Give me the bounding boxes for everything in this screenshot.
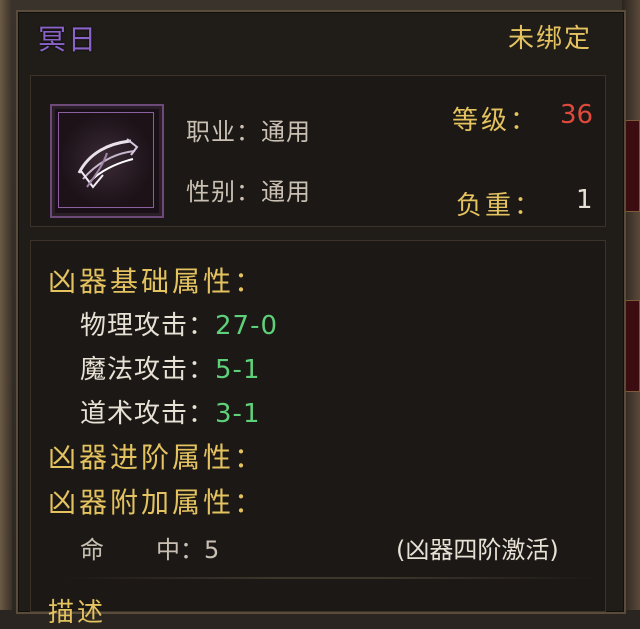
- left-edge-frame: [0, 0, 12, 610]
- stat-magic-attack: 魔法攻击：5-1: [80, 349, 260, 386]
- level-label: 等级：: [452, 106, 540, 136]
- advanced-attributes-title: 凶器进阶属性：: [48, 441, 266, 474]
- stat-value: 5-1: [215, 355, 261, 385]
- extra-attributes-title: 凶器附加属性：: [48, 486, 266, 519]
- basic-attributes-title: 凶器基础属性：: [48, 265, 266, 298]
- level-value: 36: [560, 100, 594, 130]
- stat-label: 道术攻击：: [80, 399, 216, 429]
- item-icon-frame: [58, 112, 154, 208]
- bind-status: 未绑定: [507, 24, 592, 54]
- stat-physical-attack: 物理攻击：27-0: [80, 305, 278, 342]
- stat-label: 物理攻击：: [80, 311, 216, 341]
- stat-accuracy-label-b: 中：5: [156, 536, 220, 564]
- class-requirement: 职业：通用: [186, 118, 311, 146]
- stat-accuracy-label-a: 命: [80, 536, 104, 564]
- weight-label: 负重：: [456, 191, 544, 221]
- description-title: 描述: [48, 598, 107, 628]
- gender-requirement: 性别：通用: [186, 178, 311, 206]
- activation-note: (凶器四阶激活): [396, 536, 559, 564]
- stat-taoist-attack: 道术攻击：3-1: [80, 393, 260, 430]
- stat-accuracy: 命 中：5: [80, 530, 219, 565]
- item-icon-slot[interactable]: [50, 104, 164, 218]
- stat-value: 27-0: [215, 311, 279, 341]
- weight-value: 1: [576, 185, 593, 215]
- whip-weapon-icon: [77, 138, 139, 189]
- section-divider: [60, 577, 600, 579]
- stat-value: 3-1: [215, 399, 261, 429]
- stat-label: 魔法攻击：: [80, 355, 216, 385]
- item-name: 冥日: [38, 23, 99, 56]
